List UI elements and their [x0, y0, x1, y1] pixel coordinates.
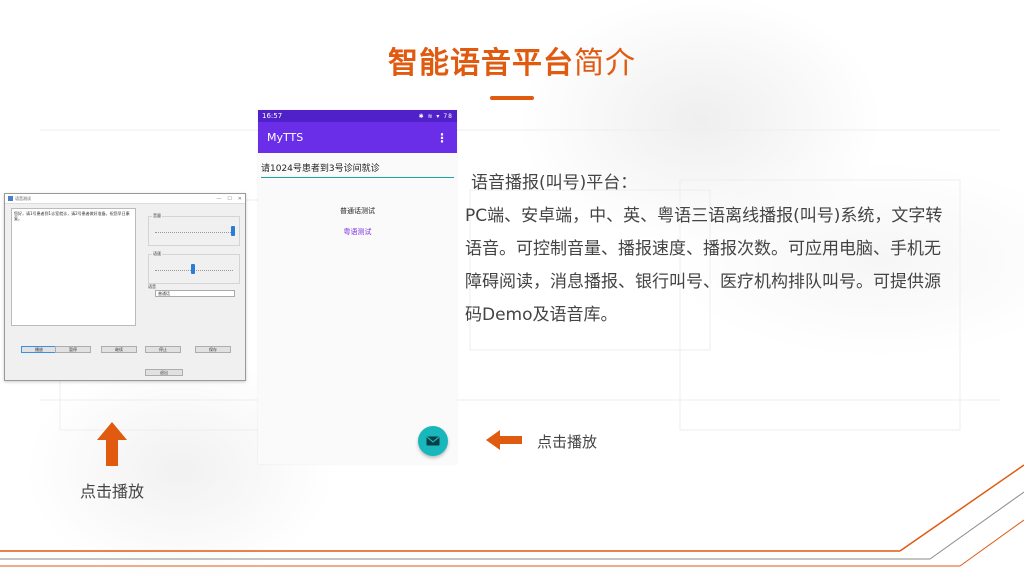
- bottom-decoration: [0, 464, 1024, 567]
